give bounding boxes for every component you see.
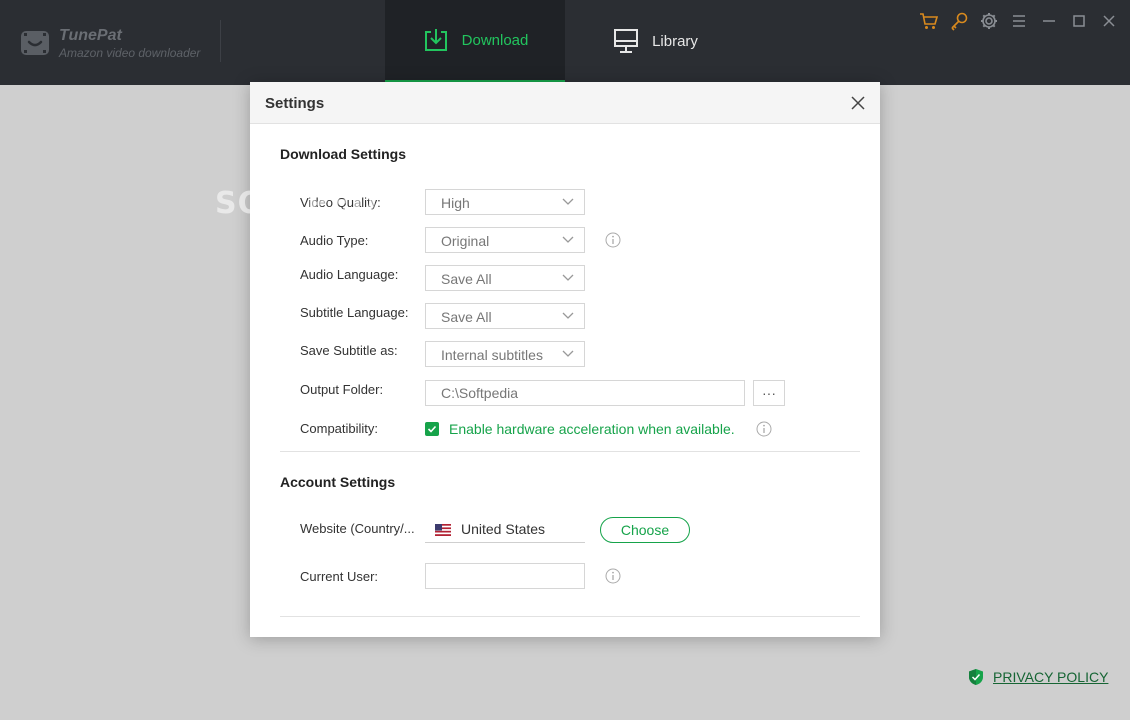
tunepat-logo-icon bbox=[21, 31, 49, 55]
chevron-down-icon bbox=[562, 350, 574, 357]
browse-folder-button[interactable]: ··· bbox=[753, 380, 785, 406]
tab-download[interactable]: Download bbox=[385, 0, 565, 82]
dialog-title: Settings bbox=[265, 95, 325, 112]
country-name: United States bbox=[461, 521, 546, 537]
checkmark-icon bbox=[427, 425, 437, 433]
compatibility-info-icon[interactable] bbox=[756, 421, 772, 437]
video-quality-value: High bbox=[441, 195, 470, 211]
compatibility-label: Compatibility: bbox=[300, 421, 379, 436]
hardware-acceleration-label[interactable]: Enable hardware acceleration when availa… bbox=[449, 421, 735, 437]
section-divider-bottom bbox=[280, 616, 860, 617]
menu-button[interactable] bbox=[1008, 10, 1030, 32]
tab-library-label: Library bbox=[652, 32, 698, 50]
menu-icon bbox=[1013, 15, 1025, 27]
shield-icon bbox=[969, 669, 983, 685]
close-window-button[interactable] bbox=[1098, 10, 1120, 32]
chevron-down-icon bbox=[562, 236, 574, 243]
tab-library[interactable]: Library bbox=[595, 0, 715, 82]
maximize-icon bbox=[1073, 15, 1085, 27]
save-subtitle-select[interactable]: Internal subtitles bbox=[425, 341, 585, 367]
current-user-info-icon[interactable] bbox=[605, 568, 621, 584]
monitor-icon bbox=[614, 29, 639, 53]
brand-divider bbox=[220, 20, 221, 62]
subtitle-language-select[interactable]: Save All bbox=[425, 303, 585, 329]
gear-icon bbox=[981, 13, 997, 29]
download-settings-title: Download Settings bbox=[280, 146, 406, 162]
register-button[interactable] bbox=[948, 10, 970, 32]
video-quality-select[interactable]: High bbox=[425, 189, 585, 215]
audio-language-label: Audio Language: bbox=[300, 267, 399, 282]
chevron-down-icon bbox=[562, 274, 574, 281]
choose-country-button[interactable]: Choose bbox=[600, 517, 690, 543]
save-subtitle-label: Save Subtitle as: bbox=[300, 343, 398, 358]
current-user-input[interactable] bbox=[425, 563, 585, 589]
country-field: United States bbox=[425, 517, 585, 543]
minimize-button[interactable] bbox=[1038, 10, 1060, 32]
website-label: Website (Country/... bbox=[300, 521, 415, 536]
dialog-close-icon[interactable] bbox=[850, 95, 866, 111]
audio-type-value: Original bbox=[441, 233, 490, 249]
output-folder-input[interactable] bbox=[425, 380, 745, 406]
privacy-policy-link[interactable]: PRIVACY POLICY bbox=[968, 668, 1108, 686]
audio-type-label: Audio Type: bbox=[300, 233, 369, 248]
audio-language-select[interactable]: Save All bbox=[425, 265, 585, 291]
subtitle-language-value: Save All bbox=[441, 309, 492, 325]
settings-button[interactable] bbox=[978, 10, 1000, 32]
hardware-acceleration-checkbox[interactable] bbox=[425, 422, 439, 436]
cart-button[interactable] bbox=[918, 10, 940, 32]
subtitle-language-label: Subtitle Language: bbox=[300, 305, 409, 320]
app-subtitle: Amazon video downloader bbox=[59, 46, 201, 60]
dialog-header: Settings bbox=[250, 82, 880, 124]
app-name: TunePat bbox=[59, 27, 122, 44]
download-icon bbox=[424, 29, 447, 51]
maximize-button[interactable] bbox=[1068, 10, 1090, 32]
account-settings-title: Account Settings bbox=[280, 474, 396, 490]
settings-dialog: Settings Download Settings Video Quality… bbox=[250, 82, 880, 637]
chevron-down-icon bbox=[562, 312, 574, 319]
tab-download-label: Download bbox=[461, 31, 529, 49]
brand: TunePat Amazon video downloader bbox=[20, 22, 200, 64]
audio-type-select[interactable]: Original bbox=[425, 227, 585, 253]
title-bar: TunePat Amazon video downloader Download… bbox=[0, 0, 1130, 85]
softpedia-watermark: SOFTPEDIA bbox=[215, 186, 414, 221]
minimize-icon bbox=[1043, 20, 1055, 22]
cart-icon bbox=[920, 13, 939, 29]
save-subtitle-value: Internal subtitles bbox=[441, 347, 543, 363]
close-icon bbox=[1103, 15, 1115, 27]
window-controls bbox=[910, 10, 1120, 32]
audio-language-value: Save All bbox=[441, 271, 492, 287]
chevron-down-icon bbox=[562, 198, 574, 205]
current-user-label: Current User: bbox=[300, 569, 379, 584]
privacy-policy-label: PRIVACY POLICY bbox=[993, 669, 1109, 685]
key-icon bbox=[951, 12, 968, 31]
audio-type-info-icon[interactable] bbox=[605, 232, 621, 248]
section-divider bbox=[280, 451, 860, 452]
us-flag-icon bbox=[435, 524, 451, 536]
output-folder-label: Output Folder: bbox=[300, 382, 384, 397]
